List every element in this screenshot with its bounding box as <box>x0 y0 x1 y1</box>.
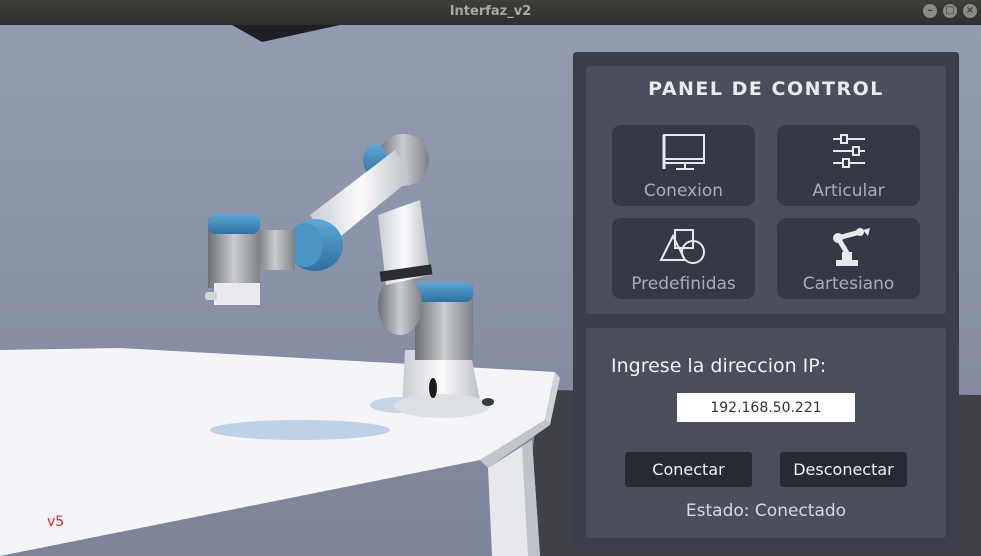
connection-status: Estado: Conectado <box>685 501 847 521</box>
panel-title: PANEL DE CONTROL <box>648 78 884 100</box>
conexion-label: Conexion <box>643 181 724 201</box>
predefinidas-label: Predefinidas <box>631 274 736 294</box>
predefinidas-button[interactable]: Predefinidas <box>612 218 755 299</box>
robot-arm-icon <box>832 228 870 266</box>
minimize-button[interactable]: – <box>923 4 937 18</box>
disconnect-button[interactable]: Desconectar <box>780 452 907 487</box>
articular-label: Articular <box>812 181 885 201</box>
ip-input[interactable] <box>677 393 855 422</box>
close-button[interactable]: × <box>963 4 977 18</box>
ip-label: Ingrese la direccion IP: <box>611 355 827 377</box>
cartesiano-button[interactable]: Cartesiano <box>777 218 920 299</box>
monitor-icon <box>662 134 705 170</box>
sliders-icon <box>832 134 865 168</box>
version-label: v5 <box>47 514 65 530</box>
conexion-button[interactable]: Conexion <box>612 125 755 206</box>
cartesiano-label: Cartesiano <box>802 274 895 294</box>
title-bar: Interfaz_v2 – □ × <box>0 0 981 25</box>
shapes-icon <box>658 229 705 264</box>
connect-button[interactable]: Conectar <box>625 452 752 487</box>
window-title: Interfaz_v2 <box>449 4 532 19</box>
maximize-button[interactable]: □ <box>943 4 957 18</box>
articular-button[interactable]: Articular <box>777 125 920 206</box>
